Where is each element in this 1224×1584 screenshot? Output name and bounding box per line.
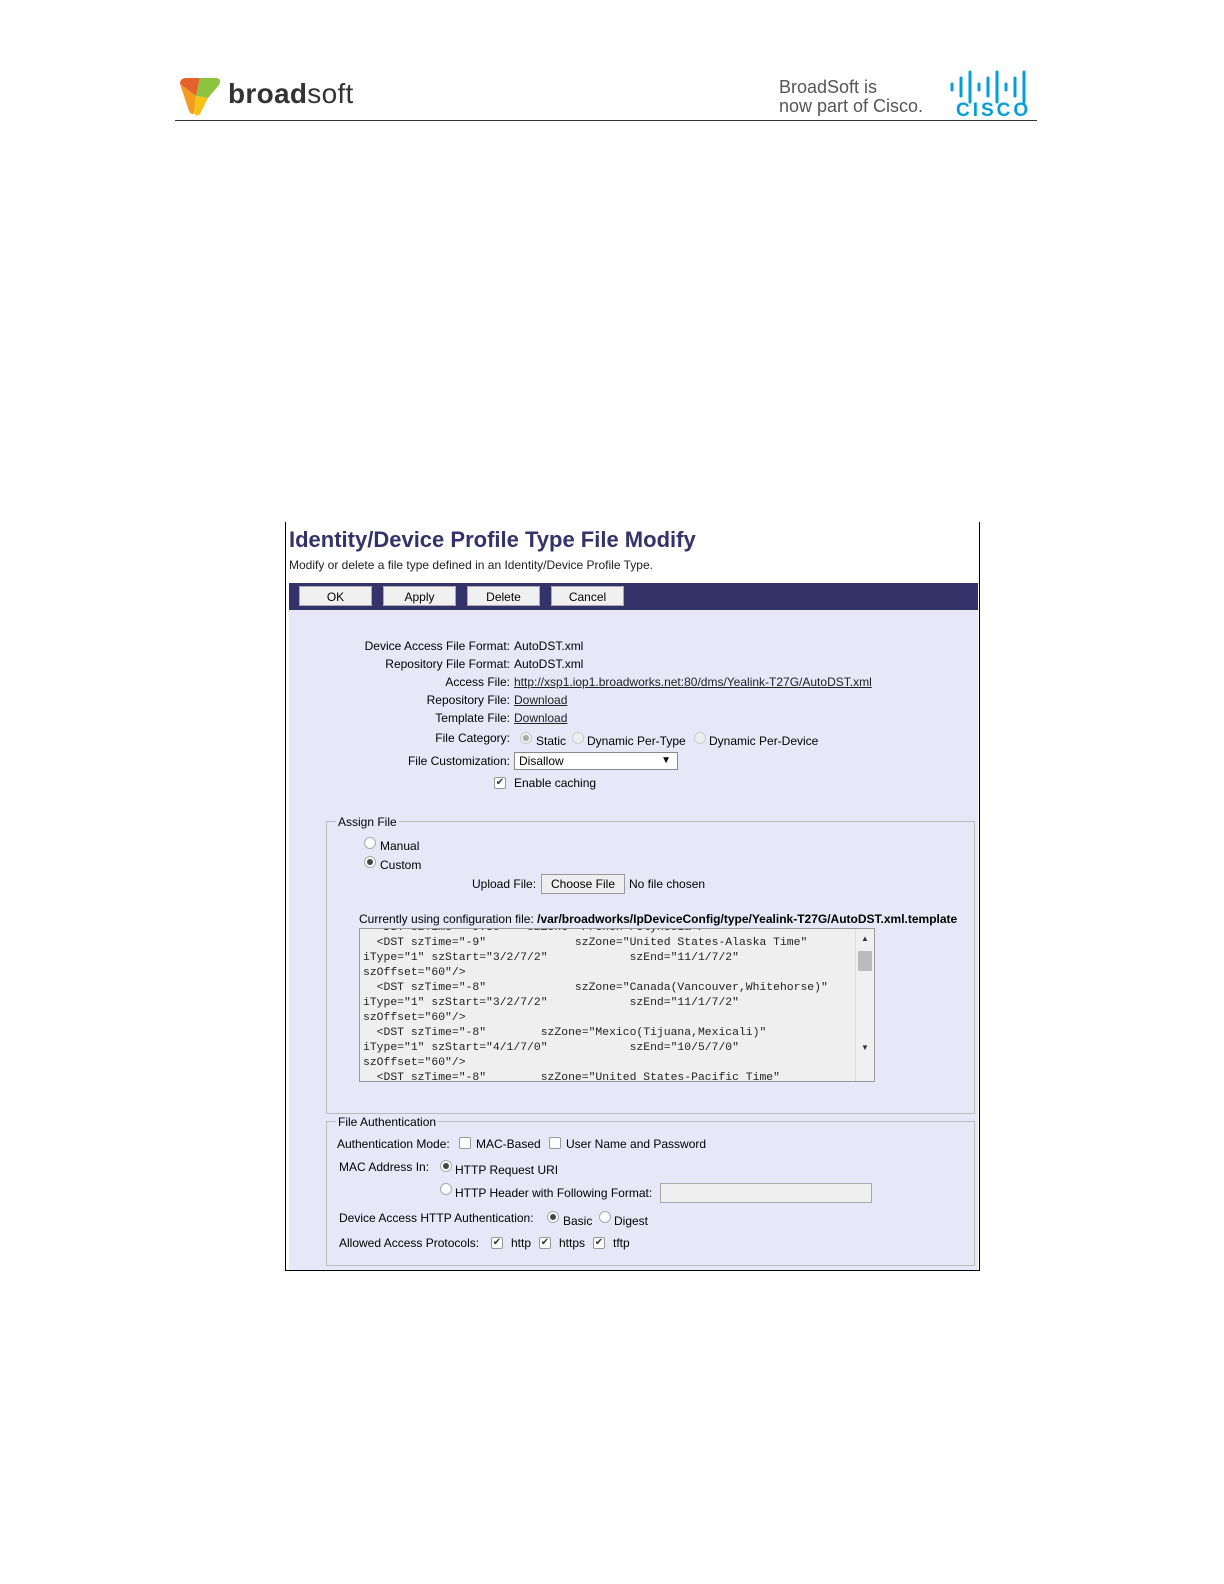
file-category-label: File Category: <box>435 731 510 745</box>
scroll-thumb[interactable] <box>858 951 872 971</box>
apply-button[interactable]: Apply <box>383 586 456 606</box>
assign-file-legend: Assign File <box>336 815 399 829</box>
repository-format-label: Repository File Format: <box>385 657 510 671</box>
config-file-label: Currently using configuration file: <box>359 912 534 926</box>
form-content: Device Access File Format: AutoDST.xml R… <box>289 610 978 1270</box>
http-request-uri-radio[interactable] <box>440 1160 452 1172</box>
auth-mode-label: Authentication Mode: <box>337 1137 450 1151</box>
document-header: broadsoft BroadSoft is now part of Cisco… <box>175 70 1037 121</box>
page-description: Modify or delete a file type defined in … <box>289 558 653 572</box>
config-file-path: /var/broadworks/IpDeviceConfig/type/Yeal… <box>537 912 958 926</box>
broadsoft-logo-icon <box>180 78 220 116</box>
http-header-label: HTTP Header with Following Format: <box>455 1186 653 1200</box>
config-textarea[interactable]: <DST szTime="-9:30" szZone="French Polyn… <box>359 928 875 1082</box>
digest-auth-label: Digest <box>614 1214 649 1228</box>
repository-file-download-link[interactable]: Download <box>514 693 567 707</box>
enable-caching-label: Enable caching <box>514 776 597 790</box>
cisco-wordmark: CISCO <box>956 100 1031 118</box>
http-header-radio[interactable] <box>440 1183 452 1195</box>
file-authentication-legend: File Authentication <box>336 1115 439 1129</box>
template-file-download-link[interactable]: Download <box>514 711 567 725</box>
mac-address-in-label: MAC Address In: <box>339 1160 430 1174</box>
category-static-radio[interactable] <box>520 732 532 744</box>
enable-caching-checkbox[interactable]: ✔ <box>494 777 506 789</box>
upload-file-label: Upload File: <box>472 877 537 891</box>
category-dynamic-type-label: Dynamic Per-Type <box>587 734 686 748</box>
allowed-protocols-label: Allowed Access Protocols: <box>339 1236 480 1250</box>
user-pass-label: User Name and Password <box>566 1137 707 1151</box>
basic-auth-radio[interactable] <box>547 1211 559 1223</box>
no-file-chosen-text: No file chosen <box>629 877 706 891</box>
manual-radio[interactable] <box>364 837 376 849</box>
tftp-protocol-label: tftp <box>613 1236 630 1250</box>
config-scrollbar[interactable]: ▲ ▼ <box>855 929 874 1081</box>
cancel-button[interactable]: Cancel <box>551 586 624 606</box>
category-dynamic-device-label: Dynamic Per-Device <box>709 734 819 748</box>
http-checkbox[interactable]: ✔ <box>491 1237 503 1249</box>
custom-label: Custom <box>380 858 422 872</box>
category-dynamic-type-radio[interactable] <box>572 732 584 744</box>
mac-based-checkbox[interactable] <box>459 1137 471 1149</box>
config-file-caption: Currently using configuration file: /var… <box>359 912 957 926</box>
access-file-label: Access File: <box>445 675 510 689</box>
user-pass-checkbox[interactable] <box>549 1137 561 1149</box>
access-file-link[interactable]: http://xsp1.iop1.broadworks.net:80/dms/Y… <box>514 675 872 689</box>
page-title: Identity/Device Profile Type File Modify <box>289 527 696 552</box>
toolbar: OK Apply Delete Cancel <box>289 583 978 610</box>
basic-auth-label: Basic <box>563 1214 593 1228</box>
repository-format-value: AutoDST.xml <box>514 657 584 671</box>
http-header-format-input[interactable] <box>660 1183 872 1203</box>
cisco-note: BroadSoft is now part of Cisco. <box>779 77 924 116</box>
file-customization-value: Disallow <box>519 754 564 768</box>
https-protocol-label: https <box>559 1236 586 1250</box>
http-request-uri-label: HTTP Request URI <box>455 1163 559 1177</box>
delete-button[interactable]: Delete <box>467 586 540 606</box>
repository-file-label: Repository File: <box>426 693 510 707</box>
broadsoft-wordmark: broadsoft <box>228 78 354 109</box>
manual-label: Manual <box>380 839 420 853</box>
scroll-down-icon[interactable]: ▼ <box>861 1043 869 1052</box>
scroll-up-icon[interactable]: ▲ <box>861 934 869 943</box>
device-access-format-value: AutoDST.xml <box>514 639 584 653</box>
https-checkbox[interactable]: ✔ <box>539 1237 551 1249</box>
category-static-label: Static <box>536 734 567 748</box>
device-access-format-label: Device Access File Format: <box>364 639 510 653</box>
tftp-checkbox[interactable]: ✔ <box>593 1237 605 1249</box>
digest-auth-radio[interactable] <box>599 1211 611 1223</box>
chevron-down-icon: ▼ <box>661 755 671 766</box>
cisco-logo-icon: CISCO <box>950 70 1031 118</box>
mac-based-label: MAC-Based <box>476 1137 541 1151</box>
file-customization-label: File Customization: <box>407 754 510 768</box>
custom-radio[interactable] <box>364 856 376 868</box>
http-protocol-label: http <box>511 1236 532 1250</box>
template-file-label: Template File: <box>435 711 510 725</box>
file-customization-select[interactable]: Disallow ▼ <box>514 752 678 770</box>
category-dynamic-device-radio[interactable] <box>694 732 706 744</box>
screenshot-frame: Identity/Device Profile Type File Modify… <box>285 522 980 1271</box>
http-auth-label: Device Access HTTP Authentication: <box>339 1211 534 1225</box>
choose-file-button[interactable]: Choose File <box>541 874 625 894</box>
config-content: <DST szTime="-9:30" szZone="French Polyn… <box>363 928 828 1082</box>
ok-button[interactable]: OK <box>299 586 372 606</box>
